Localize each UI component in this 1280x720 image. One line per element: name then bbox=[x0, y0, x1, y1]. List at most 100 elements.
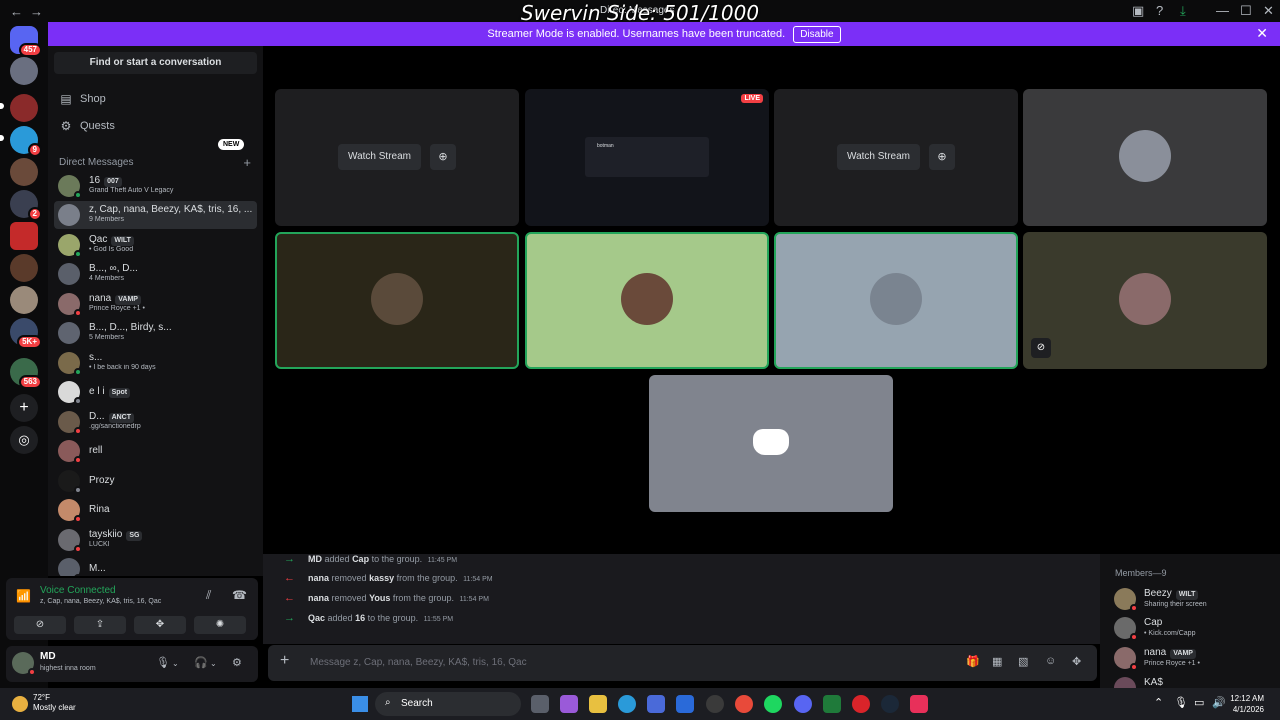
quests-link[interactable]: ⚙ Quests bbox=[60, 119, 115, 133]
watch-stream-button[interactable]: Watch Stream bbox=[837, 144, 920, 170]
opera-icon[interactable] bbox=[852, 695, 870, 713]
weather-icon[interactable] bbox=[12, 696, 28, 712]
sticker-icon[interactable]: ▧ bbox=[1018, 655, 1028, 668]
member-item[interactable]: Cap • Kick.com/Capp bbox=[1114, 615, 1274, 643]
headphones-icon[interactable]: 🎧 bbox=[194, 656, 208, 669]
message-target[interactable]: 16 bbox=[355, 613, 365, 623]
spotify-icon[interactable] bbox=[764, 695, 782, 713]
copilot-icon[interactable] bbox=[560, 695, 578, 713]
message-actor[interactable]: MD bbox=[308, 554, 322, 564]
message-target[interactable]: kassy bbox=[369, 573, 394, 583]
network-icon[interactable]: ▭ bbox=[1194, 696, 1204, 709]
server-icon[interactable] bbox=[10, 254, 38, 282]
create-dm-icon[interactable]: + bbox=[243, 155, 251, 170]
dm-item[interactable]: nana VAMP Prince Royce +1 • bbox=[54, 290, 257, 318]
file-explorer-icon[interactable] bbox=[589, 695, 607, 713]
message-target[interactable]: Cap bbox=[352, 554, 369, 564]
camera-button[interactable]: ⊘ bbox=[14, 616, 66, 634]
noise-suppression-icon[interactable]: ⫽ bbox=[206, 588, 211, 603]
dm-item[interactable]: M... bbox=[54, 555, 257, 576]
dm-item[interactable]: B..., D..., Birdy, s... 5 Members bbox=[54, 319, 257, 347]
preview-stream-icon[interactable]: ⊕ bbox=[430, 144, 456, 170]
download-icon[interactable]: ⤓ bbox=[1180, 3, 1186, 19]
avatar[interactable] bbox=[12, 652, 36, 676]
inbox-icon[interactable]: ▣ bbox=[1132, 3, 1144, 19]
shop-link[interactable]: ▤ Shop bbox=[60, 92, 105, 106]
participant-tile[interactable] bbox=[649, 375, 893, 512]
chevron-up-icon[interactable]: ⌃ bbox=[1154, 696, 1163, 709]
microphone-icon[interactable]: 🎙 bbox=[1174, 696, 1188, 709]
excel-icon[interactable] bbox=[823, 695, 841, 713]
dm-item[interactable]: Rina bbox=[54, 496, 257, 524]
task-view-icon[interactable] bbox=[531, 695, 549, 713]
message-target[interactable]: Yous bbox=[369, 593, 390, 603]
find-conversation-button[interactable]: Find or start a conversation bbox=[54, 52, 257, 74]
gift-icon[interactable]: 🎁 bbox=[966, 655, 980, 668]
stream-tile[interactable]: Watch Stream ⊕ bbox=[774, 89, 1018, 226]
dm-item[interactable]: z, Cap, nana, Beezy, KA$, tris, 16, ... 9… bbox=[54, 201, 257, 229]
store-icon[interactable] bbox=[647, 695, 665, 713]
disable-button[interactable]: Disable bbox=[793, 25, 841, 43]
preview-stream-icon[interactable]: ⊕ bbox=[929, 144, 955, 170]
dm-item[interactable]: s... • I be back in 90 days bbox=[54, 349, 257, 377]
close-banner-icon[interactable]: ✕ bbox=[1256, 25, 1268, 42]
server-icon[interactable]: 9 bbox=[10, 126, 42, 157]
server-folder[interactable]: 5K+ bbox=[10, 318, 42, 349]
add-server-icon[interactable]: + bbox=[10, 394, 38, 422]
maximize-icon[interactable]: ☐ bbox=[1240, 3, 1252, 19]
start-icon[interactable] bbox=[352, 696, 368, 712]
server-folder[interactable]: 2 bbox=[10, 190, 42, 221]
emoji-icon[interactable]: ☺ bbox=[1045, 655, 1056, 667]
minimize-icon[interactable]: — bbox=[1216, 3, 1229, 18]
gif-icon[interactable]: ▦ bbox=[992, 655, 1002, 668]
discord-icon[interactable] bbox=[794, 695, 812, 713]
participant-tile[interactable] bbox=[774, 232, 1018, 369]
stream-tile[interactable]: Watch Stream ⊕ bbox=[275, 89, 519, 226]
help-icon[interactable]: ? bbox=[1156, 3, 1163, 18]
participant-tile[interactable]: ⊘ bbox=[1023, 232, 1267, 369]
activities-button[interactable]: ✥ bbox=[134, 616, 186, 634]
screen-share-button[interactable]: ⇪ bbox=[74, 616, 126, 634]
server-folder[interactable]: 563 bbox=[10, 358, 42, 389]
server-icon[interactable] bbox=[10, 222, 38, 250]
microphone-icon[interactable]: 🎙 bbox=[156, 656, 170, 669]
dm-item[interactable]: Qac WILT • God Is Good bbox=[54, 231, 257, 259]
dm-item[interactable]: D... ANCT .gg/sanctionedrp bbox=[54, 408, 257, 436]
apps-icon[interactable]: ✥ bbox=[1072, 655, 1081, 668]
dm-item[interactable]: 16 007 Grand Theft Auto V Legacy bbox=[54, 172, 257, 200]
disconnect-icon[interactable]: ☎ bbox=[232, 588, 247, 602]
member-item[interactable]: KA$ bbox=[1114, 675, 1274, 688]
taskbar-search[interactable]: ⌕ Search bbox=[375, 692, 521, 716]
member-item[interactable]: Beezy WILT Sharing their screen bbox=[1114, 586, 1274, 614]
app-icon[interactable] bbox=[706, 695, 724, 713]
message-actor[interactable]: nana bbox=[308, 573, 329, 583]
chevron-down-icon[interactable]: ⌄ bbox=[210, 659, 217, 668]
server-icon[interactable] bbox=[10, 94, 38, 122]
tiktok-icon[interactable] bbox=[910, 695, 928, 713]
member-item[interactable]: nana VAMP Prince Royce +1 • bbox=[1114, 645, 1274, 673]
dm-item[interactable]: rell bbox=[54, 437, 257, 465]
dm-item[interactable]: tayskiio SG LUCKI bbox=[54, 526, 257, 554]
close-window-icon[interactable]: ✕ bbox=[1263, 3, 1274, 19]
watch-stream-button[interactable]: Watch Stream bbox=[338, 144, 421, 170]
dm-item[interactable]: B..., ∞, D... 4 Members bbox=[54, 260, 257, 288]
signal-icon[interactable]: 📶 bbox=[16, 589, 31, 603]
participant-tile[interactable] bbox=[525, 232, 769, 369]
soundboard-button[interactable]: ✺ bbox=[194, 616, 246, 634]
message-actor[interactable]: Qac bbox=[308, 613, 325, 623]
server-icon[interactable] bbox=[10, 286, 38, 314]
steam-icon[interactable] bbox=[881, 695, 899, 713]
weather-widget[interactable]: 72°F Mostly clear bbox=[33, 693, 76, 713]
settings-gear-icon[interactable]: ⚙ bbox=[232, 656, 242, 669]
server-icon[interactable] bbox=[10, 158, 38, 186]
discover-icon[interactable]: ◎ bbox=[10, 426, 38, 454]
live-stream-tile[interactable]: LIVE botman bbox=[525, 89, 769, 226]
participant-tile[interactable] bbox=[275, 232, 519, 369]
edge-icon[interactable] bbox=[618, 695, 636, 713]
home-button[interactable]: 457 bbox=[10, 26, 42, 57]
dm-item[interactable]: Prozy bbox=[54, 467, 257, 495]
dm-item[interactable]: e l i Spot bbox=[54, 378, 257, 406]
message-actor[interactable]: nana bbox=[308, 593, 329, 603]
chevron-down-icon[interactable]: ⌄ bbox=[172, 659, 179, 668]
server-icon[interactable] bbox=[10, 57, 38, 85]
